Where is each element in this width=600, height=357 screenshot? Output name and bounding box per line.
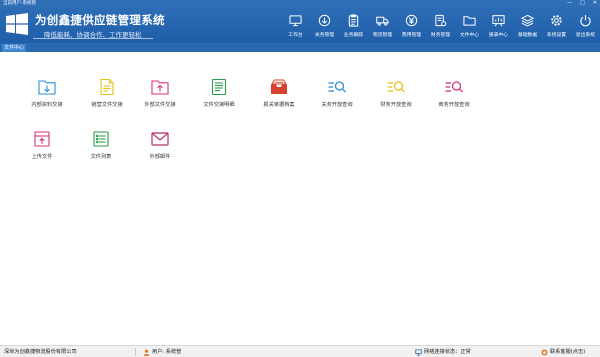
tile-file-list[interactable]: 文件列表 — [73, 129, 129, 169]
tile-external-mail[interactable]: 外部邮件 — [132, 129, 188, 169]
nav-label: 报表中心 — [488, 33, 509, 38]
tile-label: 商务开放查询 — [438, 102, 470, 108]
mail-icon — [151, 132, 169, 146]
download-circle-icon — [318, 14, 331, 27]
nav-label: 退出系统 — [575, 33, 596, 38]
tile-label: 上传文件 — [31, 154, 53, 160]
tile-label: 报关单据档案 — [263, 102, 295, 108]
nav-item-workbench[interactable]: 工作台 — [281, 7, 310, 43]
maximize-button[interactable]: □ — [580, 0, 585, 7]
search-list-icon — [387, 81, 405, 93]
chart-board-icon — [492, 15, 505, 27]
nav-item-logistics[interactable]: 物流管理 — [368, 7, 397, 43]
app-title: 为创鑫捷供应链管理系统 — [35, 13, 165, 27]
folder-download-icon — [38, 80, 56, 95]
finance-doc-icon — [435, 14, 447, 27]
window-controls: — □ ✕ — [567, 0, 597, 7]
nav-item-settings[interactable]: 系统设置 — [542, 7, 571, 43]
headset-icon — [541, 349, 548, 355]
search-list-icon — [328, 81, 346, 93]
folder-icon — [463, 16, 476, 26]
close-button[interactable]: ✕ — [593, 0, 597, 7]
power-icon — [580, 15, 591, 27]
tile-label: 链营文件交接 — [91, 102, 123, 108]
network-status: 网络连接状态：正常 — [424, 349, 471, 355]
tile-customs-query[interactable]: 关务开放查询 — [309, 77, 365, 117]
windows-logo-icon — [6, 13, 28, 35]
window-title: 当前用户:系统管 — [3, 1, 37, 6]
nav-label: 工作台 — [288, 33, 303, 38]
tile-handover-detail[interactable]: 文件交接明细 — [191, 77, 247, 117]
tile-upload-file[interactable]: 上传文件 — [14, 129, 70, 169]
nav-label: 费用管理 — [401, 33, 422, 38]
status-divider — [135, 348, 136, 356]
layers-icon — [521, 14, 534, 27]
inbox-tray-icon — [271, 79, 287, 94]
nav-item-fees[interactable]: 费用管理 — [397, 7, 426, 43]
tile-label: 内部资料交接 — [31, 102, 63, 108]
nav-item-file-center[interactable]: 文件中心 — [455, 7, 484, 43]
user-name: 用户: 系统管 — [152, 349, 182, 355]
minimize-button[interactable]: — — [567, 0, 572, 7]
nav-item-basic-data[interactable]: 基础数据 — [513, 7, 542, 43]
nav-item-reports[interactable]: 报表中心 — [484, 7, 513, 43]
nav-label: 文件中心 — [459, 33, 480, 38]
status-company: 深圳为创鑫捷物流股份有限公司 — [4, 346, 77, 357]
tile-chain-handover[interactable]: 链营文件交接 — [79, 77, 135, 117]
gear-icon — [551, 15, 562, 26]
nav-item-finance[interactable]: 财务管理 — [426, 7, 455, 43]
file-center-panel: 内部资料交接 链营文件交接 外部文件交接 文件交接明细 报关单据档案 关务开放查… — [0, 52, 600, 345]
nav-item-tracking[interactable]: 业务跟踪 — [339, 7, 368, 43]
tile-label: 外部邮件 — [149, 154, 171, 160]
nav-label: 物流管理 — [372, 33, 393, 38]
tile-business-query[interactable]: 商务开放查询 — [426, 77, 482, 117]
main-nav: 工作台 关务管理 业务跟踪 物流管理 费用管理 财务管理 文件中心 报表中心 基… — [281, 7, 600, 43]
slogan-divider — [33, 38, 153, 39]
truck-icon — [376, 16, 389, 26]
tile-label: 关务开放查询 — [321, 102, 353, 108]
clipboard-icon — [348, 14, 359, 27]
tile-external-handover[interactable]: 外部文件交接 — [132, 77, 188, 117]
yen-circle-icon — [405, 14, 418, 27]
tile-label: 文件交接明细 — [203, 102, 235, 108]
window-titlebar: 当前用户:系统管 — □ ✕ — [0, 0, 600, 7]
nav-label: 基础数据 — [517, 33, 538, 38]
nav-label: 系统设置 — [546, 33, 567, 38]
app-header: 为创鑫捷供应链管理系统 降低能耗、协调合作、工作更轻松 工作台 关务管理 业务跟… — [0, 7, 600, 43]
status-network: 网络连接状态：正常 — [415, 346, 471, 357]
folder-upload-icon — [151, 80, 169, 95]
upload-file-icon — [34, 131, 50, 147]
document-icon — [100, 78, 114, 96]
network-icon — [415, 348, 422, 356]
nav-label: 业务跟踪 — [343, 33, 364, 38]
nav-item-customs[interactable]: 关务管理 — [310, 7, 339, 43]
tile-label: 文件列表 — [90, 154, 112, 160]
tile-label: 外部文件交接 — [144, 102, 176, 108]
support-link[interactable]: 联系客服(点击) — [541, 346, 585, 357]
tile-label: 财务开放查询 — [380, 102, 412, 108]
status-user: 用户: 系统管 — [143, 346, 181, 357]
company-name: 深圳为创鑫捷物流股份有限公司 — [4, 349, 77, 355]
support-label: 联系客服(点击) — [550, 349, 586, 355]
status-bar: 深圳为创鑫捷物流股份有限公司 用户: 系统管 网络连接状态：正常 联系客服(点击… — [0, 345, 600, 357]
nav-label: 关务管理 — [314, 33, 335, 38]
tile-finance-query[interactable]: 财务开放查询 — [368, 77, 424, 117]
tab-file-center[interactable]: 文件中心 — [2, 44, 26, 52]
monitor-icon — [289, 15, 302, 27]
tab-bar: 文件中心 — [0, 43, 600, 52]
user-icon — [143, 349, 150, 356]
nav-label: 财务管理 — [430, 33, 451, 38]
file-list-icon — [93, 131, 109, 147]
tile-internal-handover[interactable]: 内部资料交接 — [19, 77, 75, 117]
search-list-icon — [445, 81, 463, 93]
nav-item-logout[interactable]: 退出系统 — [571, 7, 600, 43]
tile-customs-archive[interactable]: 报关单据档案 — [251, 77, 307, 117]
list-document-icon — [211, 78, 227, 96]
